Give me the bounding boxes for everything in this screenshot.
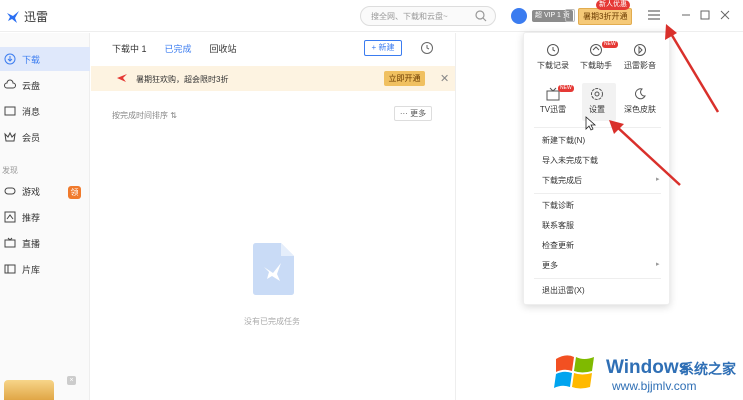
game-badge[interactable]: 领 xyxy=(68,186,81,199)
promo-tag: 新人优惠 xyxy=(596,0,630,10)
sidebar-item-label: 下载 xyxy=(22,54,41,65)
live-icon xyxy=(4,237,16,248)
message-icon xyxy=(4,106,16,116)
menu-player-label: 迅雷影音 xyxy=(624,61,656,70)
menu-helper[interactable]: 下载助手 xyxy=(576,43,616,77)
menu-settings-label: 设置 xyxy=(589,105,605,114)
sidebar-item-label: 云盘 xyxy=(22,80,41,91)
menu-item-diagnose[interactable]: 下载诊断 xyxy=(542,200,574,211)
submenu-arrow-icon: ▸ xyxy=(656,176,660,183)
menu-separator xyxy=(534,278,661,279)
player-icon xyxy=(634,44,646,56)
menu-history[interactable]: 下载记录 xyxy=(533,43,573,77)
sidebar-item-cloud[interactable]: 云盘 xyxy=(0,73,90,97)
search-box[interactable]: 搜全网、下载和云盘~ xyxy=(360,6,496,26)
recommend-icon xyxy=(4,211,16,223)
sort-selector[interactable]: 按完成时间排序 ⇅ xyxy=(112,110,177,121)
vip-icon xyxy=(4,131,16,142)
menu-separator xyxy=(534,193,661,194)
sidebar-item-vip[interactable]: 会员 xyxy=(0,125,90,149)
sidebar-item-label: 消息 xyxy=(22,106,41,117)
download-tabs: 下载中 1 已完成 回收站 xyxy=(112,42,237,55)
tab-downloading[interactable]: 下载中 1 xyxy=(112,42,147,55)
empty-file-icon xyxy=(253,243,294,295)
watermark-url: www.bjjmlv.com xyxy=(612,379,697,393)
thunder-logo-icon xyxy=(7,10,19,23)
menu-tv[interactable]: TV迅雷 xyxy=(533,87,573,121)
moon-icon xyxy=(635,88,646,100)
sidebar: 下载 云盘 消息 会员 发现 游戏 领 推荐 直播 片库 × xyxy=(0,33,90,400)
film-icon xyxy=(4,264,16,274)
sidebar-section-discover: 发现 xyxy=(2,166,18,175)
menu-dark-skin[interactable]: 深色皮肤 xyxy=(620,87,660,121)
minimize-icon[interactable] xyxy=(681,10,691,20)
download-icon xyxy=(4,53,16,65)
menu-item-exit[interactable]: 退出迅雷(X) xyxy=(542,285,585,296)
promo-banner: 暑期狂欢购，超会限时3折 立即开通 ✕ xyxy=(91,66,455,91)
empty-state-text: 没有已完成任务 xyxy=(244,317,300,326)
submenu-arrow-icon: ▸ xyxy=(656,261,660,268)
main-menu-icon[interactable] xyxy=(647,9,661,21)
banner-close-icon[interactable]: ✕ xyxy=(440,72,449,85)
search-input[interactable]: 搜全网、下载和云盘~ xyxy=(371,11,448,22)
sidebar-item-label: 直播 xyxy=(22,238,41,249)
app-logo: 迅雷 xyxy=(6,8,48,25)
banner-open-button[interactable]: 立即开通 xyxy=(384,71,425,86)
menu-item-more[interactable]: 更多 xyxy=(542,260,558,271)
menu-history-label: 下载记录 xyxy=(537,61,569,70)
history-icon[interactable] xyxy=(420,41,434,55)
cloud-icon xyxy=(4,79,16,89)
search-icon[interactable] xyxy=(475,10,487,22)
watermark-subtitle: 系统之家 xyxy=(680,361,736,377)
new-tag: NEW xyxy=(558,85,574,92)
menu-item-update[interactable]: 检查更新 xyxy=(542,240,574,251)
app-title: 迅雷 xyxy=(24,10,49,24)
avatar[interactable] xyxy=(511,8,527,24)
main-menu-dropdown: 下载记录 下载助手 NEW 迅雷影音 TV迅雷 NEW 设置 深色皮肤 新建下载… xyxy=(523,32,670,305)
promo-button[interactable]: 暑期3折开通 xyxy=(578,8,633,25)
sidebar-item-label: 片库 xyxy=(22,264,41,275)
title-bar: 迅雷 搜全网、下载和云盘~ 超 VIP 1 贡 暑期3折开通 新人优惠 xyxy=(0,0,743,32)
thunder-bird-icon xyxy=(117,74,127,82)
new-download-button[interactable]: + 新建 xyxy=(364,40,402,56)
sidebar-item-download[interactable]: 下载 xyxy=(0,47,90,71)
menu-dark-skin-label: 深色皮肤 xyxy=(624,105,656,114)
sidebar-item-label: 游戏 xyxy=(22,186,41,197)
more-button[interactable]: ··· 更多 xyxy=(394,106,432,121)
annotation-arrow-menu xyxy=(665,24,720,113)
menu-item-import[interactable]: 导入未完成下载 xyxy=(542,155,598,166)
watermark-title: Windows xyxy=(606,357,690,378)
tab-recycle-bin[interactable]: 回收站 xyxy=(210,42,237,55)
menu-separator xyxy=(534,127,661,128)
promo-close-icon[interactable]: × xyxy=(67,376,76,385)
settings-icon xyxy=(591,88,603,100)
maximize-icon[interactable] xyxy=(700,10,710,20)
helper-icon xyxy=(590,44,602,56)
menu-helper-label: 下载助手 xyxy=(580,61,612,70)
new-tag: NEW xyxy=(602,41,618,48)
sidebar-item-label: 推荐 xyxy=(22,212,41,223)
menu-player[interactable]: 迅雷影音 xyxy=(620,43,660,77)
sidebar-item-label: 会员 xyxy=(22,132,41,143)
sidebar-item-live[interactable]: 直播 xyxy=(0,231,90,255)
menu-item-new-download[interactable]: 新建下载(N) xyxy=(542,135,585,146)
history-icon xyxy=(547,44,559,56)
vip-card-icon[interactable] xyxy=(565,9,575,22)
menu-settings[interactable]: 设置 xyxy=(577,87,617,121)
menu-tv-label: TV迅雷 xyxy=(539,105,567,114)
tab-completed[interactable]: 已完成 xyxy=(165,42,192,55)
menu-item-after-complete[interactable]: 下载完成后 xyxy=(542,175,582,186)
banner-text: 暑期狂欢购，超会限时3折 xyxy=(136,75,229,84)
close-icon[interactable] xyxy=(720,10,730,20)
windows-logo-icon xyxy=(554,355,594,389)
game-icon xyxy=(4,187,16,195)
promo-image[interactable] xyxy=(4,380,54,400)
content-divider xyxy=(455,33,456,400)
sidebar-item-film[interactable]: 片库 xyxy=(0,257,90,281)
sidebar-item-recommend[interactable]: 推荐 xyxy=(0,205,90,229)
sidebar-item-message[interactable]: 消息 xyxy=(0,99,90,123)
menu-item-support[interactable]: 联系客服 xyxy=(542,220,574,231)
